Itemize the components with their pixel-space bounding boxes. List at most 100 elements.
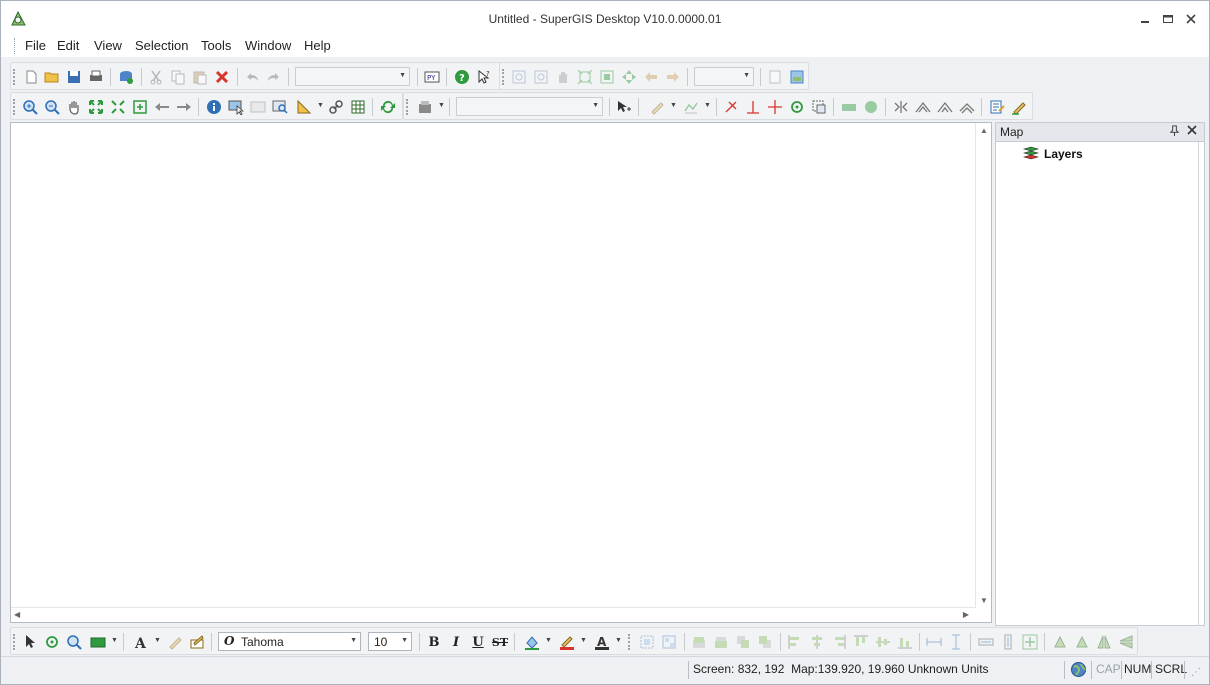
bold-button[interactable]: B	[425, 633, 443, 651]
menu-help[interactable]: Help	[302, 38, 333, 53]
font-color-dropdown-icon[interactable]: ▼	[615, 637, 622, 644]
toolbar-grip[interactable]	[406, 99, 408, 115]
scroll-up-icon[interactable]: ▲	[980, 126, 988, 135]
highlight-button[interactable]	[166, 633, 184, 651]
align-middle-button[interactable]	[874, 633, 892, 651]
edit-tool-button[interactable]	[615, 98, 633, 116]
close-icon[interactable]	[1186, 124, 1198, 139]
fill-color-dropdown-icon[interactable]: ▼	[545, 637, 552, 644]
font-size-combo[interactable]: 10 ▼	[368, 632, 412, 651]
hyperlink-button[interactable]	[327, 98, 345, 116]
bring-to-front-button[interactable]	[690, 633, 708, 651]
print-button[interactable]	[87, 68, 105, 86]
same-width-button[interactable]	[977, 633, 995, 651]
send-backward-button[interactable]	[756, 633, 774, 651]
same-size-button[interactable]	[1021, 633, 1039, 651]
menu-file[interactable]: File	[23, 38, 48, 53]
toolbar-grip[interactable]	[502, 69, 504, 85]
full-extent-layout-button[interactable]	[576, 68, 594, 86]
rectangle-button[interactable]	[840, 98, 858, 116]
rectangle-draw-button[interactable]	[89, 633, 107, 651]
cut-button[interactable]	[147, 68, 165, 86]
fill-color-button[interactable]	[523, 633, 541, 651]
refresh-button[interactable]	[379, 98, 397, 116]
edit-vertex-button[interactable]	[682, 98, 700, 116]
cross-button[interactable]	[744, 98, 762, 116]
zoom-to-selected-button[interactable]	[131, 98, 149, 116]
rotate-left-button[interactable]	[1051, 633, 1069, 651]
pan-button[interactable]	[65, 98, 83, 116]
next-extent-button[interactable]	[175, 98, 193, 116]
center-map-button[interactable]	[620, 68, 638, 86]
python-button[interactable]: PY	[423, 68, 441, 86]
fixed-zoom-out-button[interactable]	[532, 68, 550, 86]
layout-view-button[interactable]	[766, 68, 784, 86]
measure-dropdown-icon[interactable]: ▼	[317, 102, 324, 109]
distribute-horizontally-button[interactable]	[925, 633, 943, 651]
scale-combo[interactable]: ▼	[295, 67, 410, 86]
forward-extent-button[interactable]	[664, 68, 682, 86]
underline-button[interactable]: U	[469, 633, 487, 651]
callout-button[interactable]	[188, 633, 206, 651]
layout-zoom-combo[interactable]: ▼	[694, 67, 754, 86]
whats-this-button[interactable]: ?	[475, 68, 493, 86]
intersection-button[interactable]	[766, 98, 784, 116]
toolbar-grip[interactable]	[13, 634, 15, 650]
map-canvas[interactable]: ▲ ▼ ◀ ▶	[10, 122, 992, 623]
toolbar-grip[interactable]	[13, 99, 15, 115]
full-extent-button[interactable]	[87, 98, 105, 116]
html-popup-button[interactable]	[249, 98, 267, 116]
zoom-out-button[interactable]	[43, 98, 61, 116]
rectangle-dropdown-icon[interactable]: ▼	[111, 637, 118, 644]
identify-button[interactable]	[205, 98, 223, 116]
fixed-zoom-in-button[interactable]	[510, 68, 528, 86]
group-button[interactable]	[638, 633, 656, 651]
save-button[interactable]	[65, 68, 83, 86]
rotate-right-button[interactable]	[1073, 633, 1091, 651]
new-document-button[interactable]	[22, 68, 40, 86]
align-right-button[interactable]	[830, 633, 848, 651]
editor-menu-button[interactable]	[416, 98, 434, 116]
open-button[interactable]	[43, 68, 61, 86]
line-color-dropdown-icon[interactable]: ▼	[580, 637, 587, 644]
restore-button[interactable]	[1161, 12, 1175, 26]
zoom-element-button[interactable]	[65, 633, 83, 651]
send-to-back-button[interactable]	[712, 633, 730, 651]
sketch-dropdown-icon[interactable]: ▼	[670, 102, 677, 109]
pin-icon[interactable]	[1169, 125, 1180, 139]
align-top-button[interactable]	[852, 633, 870, 651]
layers-tree-node[interactable]: Layers	[1023, 146, 1083, 162]
editor-dropdown-icon[interactable]: ▼	[438, 102, 445, 109]
attributes-button[interactable]	[988, 98, 1006, 116]
split-button[interactable]	[892, 98, 910, 116]
menu-edit[interactable]: Edit	[55, 38, 81, 53]
sketch-tool-button[interactable]	[648, 98, 666, 116]
scroll-right-icon[interactable]: ▶	[963, 610, 969, 619]
rotate-button[interactable]	[788, 98, 806, 116]
select-features-button[interactable]	[227, 98, 245, 116]
attribute-table-button[interactable]	[349, 98, 367, 116]
flip-horizontal-button[interactable]	[1095, 633, 1113, 651]
menu-grip[interactable]	[14, 38, 17, 54]
strikethrough-button[interactable]: ST	[491, 633, 509, 651]
align-center-button[interactable]	[808, 633, 826, 651]
perpendicular-button[interactable]	[722, 98, 740, 116]
toolbar-grip[interactable]	[13, 69, 15, 85]
resize-grip-icon[interactable]: ⋰	[1191, 667, 1201, 678]
add-data-button[interactable]	[117, 68, 135, 86]
rotate-element-button[interactable]	[43, 633, 61, 651]
extent-select-button[interactable]	[810, 98, 828, 116]
fixed-expand-button[interactable]	[109, 98, 127, 116]
map-view-button[interactable]	[788, 68, 806, 86]
previous-extent-button[interactable]	[153, 98, 171, 116]
mirror-button[interactable]	[914, 98, 932, 116]
font-name-combo[interactable]: O Tahoma ▼	[218, 632, 361, 651]
edit-target-combo[interactable]: ▼	[456, 97, 603, 116]
copy-button[interactable]	[169, 68, 187, 86]
find-button[interactable]	[271, 98, 289, 116]
distribute-vertically-button[interactable]	[947, 633, 965, 651]
redo-button[interactable]	[265, 68, 283, 86]
pan-layout-button[interactable]	[554, 68, 572, 86]
reshape-button[interactable]	[936, 98, 954, 116]
menu-selection[interactable]: Selection	[133, 38, 190, 53]
